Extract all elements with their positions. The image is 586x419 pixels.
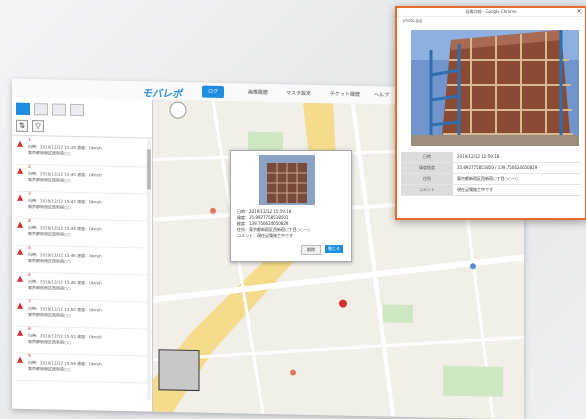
location-marker-icon: ▲	[17, 219, 24, 229]
nav-ticket-history[interactable]: チケット履歴	[324, 88, 366, 101]
filter-icon[interactable]: ▽	[32, 120, 44, 133]
list-item[interactable]: ▲ 1 日時：2019/12/12 15:38 速度：0km/h 東京都新宿区西新宿○…	[16, 137, 148, 168]
window-title: 画像詳細 - Google Chrome	[465, 9, 517, 14]
list-item[interactable]: ▲ 7 日時：2019/12/12 15:50 速度：0km/h 東京都新宿区西新宿○…	[16, 299, 148, 330]
location-marker-icon: ▲	[17, 300, 24, 310]
window-title-bar: 画像詳細 - Google Chrome ✕	[397, 8, 585, 17]
app-logo: モバレポ	[142, 88, 182, 101]
close-popup-button[interactable]: 閉じる	[325, 245, 343, 253]
sidebar: ⇅ ▽ ▲ 1 日時：2019/12/12 15:38 速度：0km/h 東京都新宿区…	[12, 96, 153, 412]
list-view-tab-icon[interactable]	[16, 102, 30, 116]
row-key: コメント	[401, 185, 453, 195]
list-item[interactable]: ▲ 5 日時：2019/12/12 15:46 速度：0km/h 東京都新宿区西新宿○…	[16, 245, 148, 276]
photo-detail-table: 日時 2019/12/12 15:59:18 緯度経度 35.892775851…	[401, 152, 581, 196]
photo-detail-window: 画像詳細 - Google Chrome ✕ photo.jpg 日時 2019…	[395, 6, 586, 220]
list-item[interactable]: ▲ 4 日時：2019/12/12 15:44 速度：0km/h 東京都新宿区西新宿○…	[16, 218, 148, 249]
list-item[interactable]: ▲ 9 日時：2019/12/12 15:54 速度：0km/h 東京都新宿区西新宿○…	[16, 353, 148, 384]
popup-longitude: 経度：139.750624050829	[237, 221, 289, 226]
scrollbar-thumb[interactable]	[147, 149, 151, 190]
popup-comment: コメント：現在足場施工中です	[237, 233, 293, 238]
row-key: 緯度経度	[401, 163, 453, 173]
nav-log[interactable]: ログ	[202, 85, 225, 99]
popup-address: 住所：東京都新宿区西新宿○丁目○○−○	[237, 227, 311, 232]
table-row: 日時 2019/12/12 15:59:18	[401, 152, 581, 163]
sort-icon[interactable]: ⇅	[16, 119, 28, 132]
list-item[interactable]: ▲ 2 日時：2019/12/12 15:40 速度：0km/h 東京都新宿区西新宿○…	[16, 164, 148, 195]
sidebar-scrollbar[interactable]	[147, 139, 151, 400]
list-item[interactable]: ▲ 6 日時：2019/12/12 15:48 速度：0km/h 東京都新宿区西新宿○…	[16, 272, 148, 303]
nav-help[interactable]: ヘルプ	[368, 89, 395, 102]
location-marker-icon: ▲	[17, 273, 24, 283]
row-value: 2019/12/12 15:59:18	[457, 154, 500, 159]
table-row: 住所 東京都新宿区西新宿○丁目○○−○	[401, 174, 581, 185]
location-marker-icon: ▲	[17, 165, 24, 175]
delete-button[interactable]: 削除	[301, 245, 321, 255]
location-marker-icon: ▲	[17, 327, 24, 337]
calendar-tab-icon[interactable]	[52, 103, 66, 116]
popup-photo-thumbnail[interactable]	[259, 155, 315, 205]
location-marker-icon: ▲	[17, 246, 24, 256]
nav-master-settings[interactable]: マスタ設定	[280, 87, 317, 100]
row-key: 住所	[401, 174, 453, 184]
table-row: コメント 現在足場施工中です	[401, 185, 581, 196]
row-value: 35.892775851850 / 139.750624050829	[457, 165, 538, 170]
row-value: 東京都新宿区西新宿○丁目○○−○	[457, 176, 519, 181]
window-path: photo.jpg	[403, 18, 422, 23]
row-value: 現在足場施工中です	[457, 187, 493, 192]
document-tab-icon[interactable]	[70, 103, 84, 117]
location-marker-icon: ▲	[17, 354, 24, 364]
table-row: 緯度経度 35.892775851850 / 139.750624050829	[401, 163, 581, 174]
photo-info-popup: 日時：2019/12/12 15:59:18 緯度：35.89277585185…	[230, 150, 352, 262]
log-list: ▲ 1 日時：2019/12/12 15:38 速度：0km/h 東京都新宿区西新宿○…	[12, 136, 152, 386]
close-window-icon[interactable]: ✕	[575, 8, 583, 16]
user-tab-icon[interactable]	[34, 103, 48, 116]
nav-photo-history[interactable]: 画像履歴	[242, 86, 274, 99]
list-item[interactable]: ▲ 8 日時：2019/12/12 15:52 速度：0km/h 東京都新宿区西新宿○…	[16, 326, 148, 357]
location-marker-icon: ▲	[17, 138, 24, 148]
construction-photo	[411, 30, 579, 146]
row-key: 日時	[401, 152, 453, 162]
popup-datetime: 日時：2019/12/12 15:59:18	[237, 209, 292, 214]
list-item[interactable]: ▲ 3 日時：2019/12/12 15:42 速度：0km/h 東京都新宿区西新宿○…	[16, 191, 148, 222]
popup-latitude: 緯度：35.8927758518501	[237, 215, 289, 220]
location-marker-icon: ▲	[17, 192, 24, 202]
